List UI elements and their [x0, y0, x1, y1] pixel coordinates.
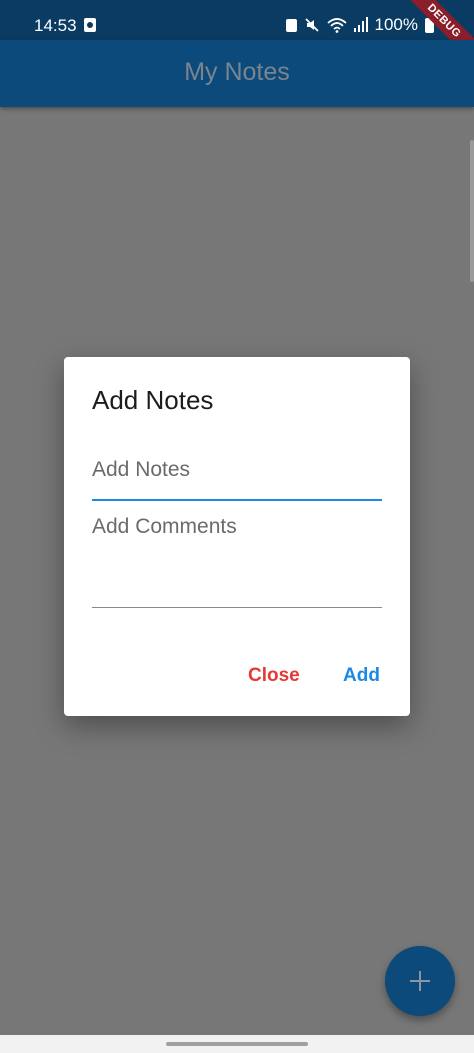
add-notes-dialog: Add Notes Close Add — [64, 357, 410, 716]
signal-icon — [353, 17, 368, 33]
add-note-fab[interactable] — [385, 946, 455, 1016]
mute-icon — [304, 17, 320, 33]
camera-icon — [285, 18, 297, 32]
notes-field — [92, 453, 382, 501]
close-button[interactable]: Close — [248, 663, 300, 689]
wifi-icon — [326, 17, 347, 33]
battery-percent: 100% — [374, 15, 418, 34]
status-time: 14:53 — [34, 16, 77, 35]
comments-input[interactable] — [92, 515, 382, 600]
camera-icon — [84, 18, 96, 32]
dialog-title: Add Notes — [92, 385, 214, 415]
comments-field — [92, 515, 382, 608]
notes-input[interactable] — [92, 453, 382, 487]
add-button[interactable]: Add — [343, 663, 380, 689]
home-handle[interactable] — [166, 1042, 308, 1046]
status-icons: 100% — [285, 14, 434, 36]
page-title: My Notes — [184, 58, 290, 86]
app-bar: My Notes — [0, 40, 474, 107]
navigation-bar — [0, 1035, 474, 1053]
dialog-actions: Close Add — [64, 663, 410, 693]
scrollbar[interactable] — [470, 140, 474, 282]
plus-icon — [410, 971, 430, 991]
status-bar: 14:53 100% DEBUG — [0, 0, 474, 70]
